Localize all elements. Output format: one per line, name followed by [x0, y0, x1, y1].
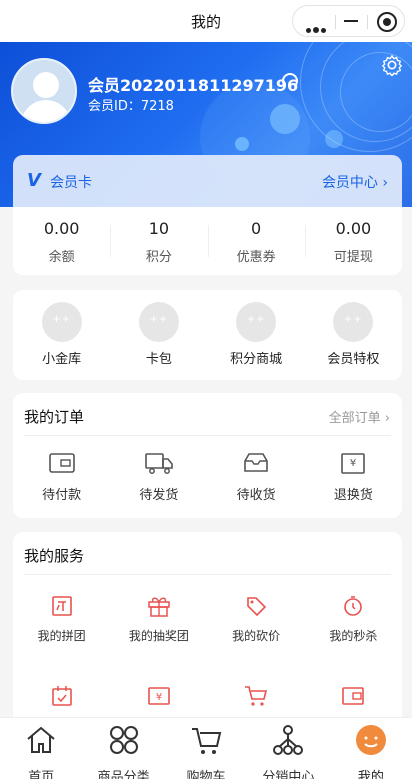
stopwatch-icon	[344, 596, 363, 616]
tab-profile[interactable]: 我的	[330, 718, 412, 779]
svg-text:¥: ¥	[350, 458, 356, 469]
category-icon	[109, 726, 138, 754]
more-options-icon[interactable]	[306, 18, 328, 33]
refresh-icon[interactable]	[282, 73, 298, 89]
order-pending-shipment[interactable]: 待发货	[110, 451, 207, 503]
order-refund-exchange[interactable]: ¥ 退换货	[305, 451, 402, 503]
chevron-right-icon: ›	[382, 175, 388, 191]
section-title: 我的订单	[24, 408, 85, 426]
member-id: 会员ID：7218	[88, 99, 174, 114]
vault-icon: ++	[41, 302, 82, 342]
home-icon	[27, 726, 55, 753]
member-card-header: V 会员卡 会员中心 ›	[13, 155, 402, 207]
tab-distribution[interactable]: 分销中心	[247, 718, 329, 779]
section-title: 我的服务	[24, 547, 85, 565]
minimize-icon[interactable]	[344, 20, 358, 22]
quick-points-mall[interactable]: ++ 积分商城	[208, 290, 305, 380]
bottom-tab-bar: 首页 商品分类 购物车 分销中心 我的	[0, 717, 412, 779]
group-buy-icon	[51, 596, 72, 616]
order-pending-payment[interactable]: 待付款	[13, 451, 110, 503]
quick-vault[interactable]: ++ 小金库	[13, 290, 110, 380]
service-lottery-group[interactable]: 我的抽奖团	[110, 594, 207, 684]
stat-withdrawable[interactable]: 0.00 可提现	[304, 207, 402, 275]
stat-balance[interactable]: 0.00 余额	[13, 207, 110, 275]
tab-home[interactable]: 首页	[0, 718, 82, 779]
vip-icon: V	[27, 170, 41, 191]
card-pack-icon: ++	[138, 302, 179, 342]
share-network-icon	[273, 725, 304, 755]
inbox-icon	[244, 453, 268, 472]
wallet-icon	[342, 687, 365, 705]
cart-icon	[192, 728, 222, 754]
my-orders-section: 我的订单 全部订单 › 待付款 待发货 待收货 ¥ 退换货	[13, 393, 402, 518]
stat-coupons[interactable]: 0 优惠券	[207, 207, 305, 275]
top-nav-bar: 我的	[0, 0, 412, 42]
tab-categories[interactable]: 商品分类	[82, 718, 164, 779]
quick-card-pack[interactable]: ++ 卡包	[110, 290, 207, 380]
quick-entries: ++ 小金库 ++ 卡包 ++ 积分商城 ++ 会员特权	[13, 290, 402, 380]
member-stats: 0.00 余额 10 积分 0 优惠券 0.00 可提现	[13, 207, 402, 275]
svg-text:¥: ¥	[156, 692, 162, 703]
stat-points[interactable]: 10 积分	[110, 207, 207, 275]
gear-icon[interactable]	[381, 54, 403, 76]
mini-program-capsule	[292, 5, 405, 37]
my-services-section: 我的服务 我的拼团 我的抽奖团 我的砍价 我的秒杀 ¥	[13, 532, 402, 732]
service-flash-sale[interactable]: 我的秒杀	[305, 594, 402, 684]
truck-icon	[145, 453, 173, 474]
member-center-link[interactable]: 会员中心 ›	[322, 172, 388, 192]
member-privilege-icon: ++	[333, 302, 374, 342]
bargain-tag-icon	[247, 597, 267, 617]
tab-cart[interactable]: 购物车	[165, 718, 247, 779]
order-pending-receipt[interactable]: 待收货	[208, 451, 305, 503]
wallet-icon	[48, 453, 75, 473]
calendar-icon	[51, 686, 72, 706]
chevron-right-icon: ›	[384, 411, 390, 426]
member-card-label: 会员卡	[50, 175, 92, 191]
points-mall-icon: ++	[236, 302, 277, 342]
gift-icon	[148, 597, 170, 617]
profile-icon	[355, 725, 386, 755]
cart-icon	[245, 686, 268, 706]
refund-icon: ¥	[341, 453, 366, 474]
service-bargain[interactable]: 我的砍价	[208, 594, 305, 684]
quick-member-privilege[interactable]: ++ 会员特权	[305, 290, 402, 380]
yen-ticket-icon: ¥	[148, 687, 170, 705]
close-mini-program-icon[interactable]	[377, 12, 397, 32]
avatar[interactable]	[11, 58, 77, 124]
service-group-buy[interactable]: 我的拼团	[13, 594, 110, 684]
username: 会员2022011811297196	[88, 76, 299, 95]
all-orders-link[interactable]: 全部订单 ›	[329, 407, 390, 426]
